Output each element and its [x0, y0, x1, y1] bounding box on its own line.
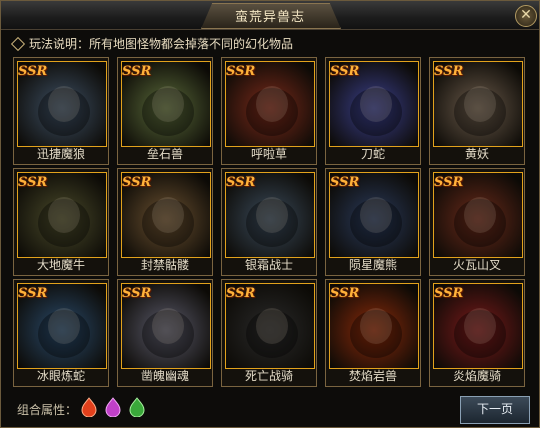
ssr-badge: SSR: [122, 286, 152, 301]
bestiary-window: 蛮荒异兽志 ✕ 玩法说明：所有地图怪物都会掉落不同的幻化物品 SSR 迅捷魔狼 SS…: [0, 0, 540, 428]
ssr-badge: SSR: [122, 175, 152, 190]
ssr-badge: SSR: [18, 64, 48, 79]
monster-name: 大地魔牛: [36, 258, 85, 272]
monster-name: 黄妖: [464, 147, 489, 161]
monster-card[interactable]: SSR 冰眼炼蛇: [13, 279, 109, 387]
monster-name: 迅捷魔狼: [36, 147, 85, 161]
monster-card[interactable]: SSR 凿魄幽魂: [117, 279, 213, 387]
ssr-badge: SSR: [330, 175, 360, 190]
monster-card[interactable]: SSR 封禁骷髅: [117, 168, 213, 276]
ssr-badge: SSR: [434, 175, 464, 190]
ssr-badge: SSR: [18, 286, 48, 301]
monster-name: 火瓦山叉: [452, 258, 501, 272]
ssr-badge: SSR: [330, 64, 360, 79]
ssr-badge: SSR: [434, 286, 464, 301]
nature-gem-icon: [129, 397, 145, 417]
poison-gem-icon: [105, 397, 121, 417]
monster-name: 刀蛇: [360, 147, 385, 161]
rules-bar: 玩法说明：所有地图怪物都会掉落不同的幻化物品: [9, 34, 531, 54]
monster-name: 封禁骷髅: [140, 258, 189, 272]
combo-label: 组合属性：: [17, 403, 78, 417]
fire-gem-icon: [81, 397, 97, 417]
monster-name: 陨星魔熊: [348, 258, 397, 272]
monster-card[interactable]: SSR 刀蛇: [325, 57, 421, 165]
ssr-badge: SSR: [226, 175, 256, 190]
monster-name: 凿魄幽魂: [140, 369, 189, 383]
ssr-badge: SSR: [330, 286, 360, 301]
monster-card[interactable]: SSR 迅捷魔狼: [13, 57, 109, 165]
monster-card[interactable]: SSR 黄妖: [429, 57, 525, 165]
rules-text: 玩法说明：所有地图怪物都会掉落不同的幻化物品: [29, 37, 294, 51]
monster-card[interactable]: SSR 火瓦山叉: [429, 168, 525, 276]
monster-name: 垒石兽: [146, 147, 183, 161]
monster-card[interactable]: SSR 死亡战骑: [221, 279, 317, 387]
monster-name: 银霜战士: [244, 258, 293, 272]
monster-card[interactable]: SSR 陨星魔熊: [325, 168, 421, 276]
diamond-icon: [10, 36, 26, 52]
ssr-badge: SSR: [18, 175, 48, 190]
monster-card[interactable]: SSR 焚焰岩兽: [325, 279, 421, 387]
monster-card[interactable]: SSR 呼啦草: [221, 57, 317, 165]
monster-card[interactable]: SSR 大地魔牛: [13, 168, 109, 276]
monster-name: 死亡战骑: [244, 369, 293, 383]
ssr-badge: SSR: [434, 64, 464, 79]
monster-name: 冰眼炼蛇: [36, 369, 85, 383]
window-title: 蛮荒异兽志: [234, 10, 305, 25]
monster-name: 炎焰魔骑: [452, 369, 501, 383]
monster-name: 呼啦草: [250, 147, 287, 161]
next-page-button[interactable]: 下一页: [460, 396, 530, 424]
monster-card[interactable]: SSR 垒石兽: [117, 57, 213, 165]
monster-card[interactable]: SSR 炎焰魔骑: [429, 279, 525, 387]
monster-card[interactable]: SSR 银霜战士: [221, 168, 317, 276]
ssr-badge: SSR: [226, 286, 256, 301]
ssr-badge: SSR: [122, 64, 152, 79]
ssr-badge: SSR: [226, 64, 256, 79]
title-bar: 蛮荒异兽志 ✕: [1, 1, 539, 30]
monster-name: 焚焰岩兽: [348, 369, 397, 383]
close-button[interactable]: ✕: [515, 5, 537, 27]
